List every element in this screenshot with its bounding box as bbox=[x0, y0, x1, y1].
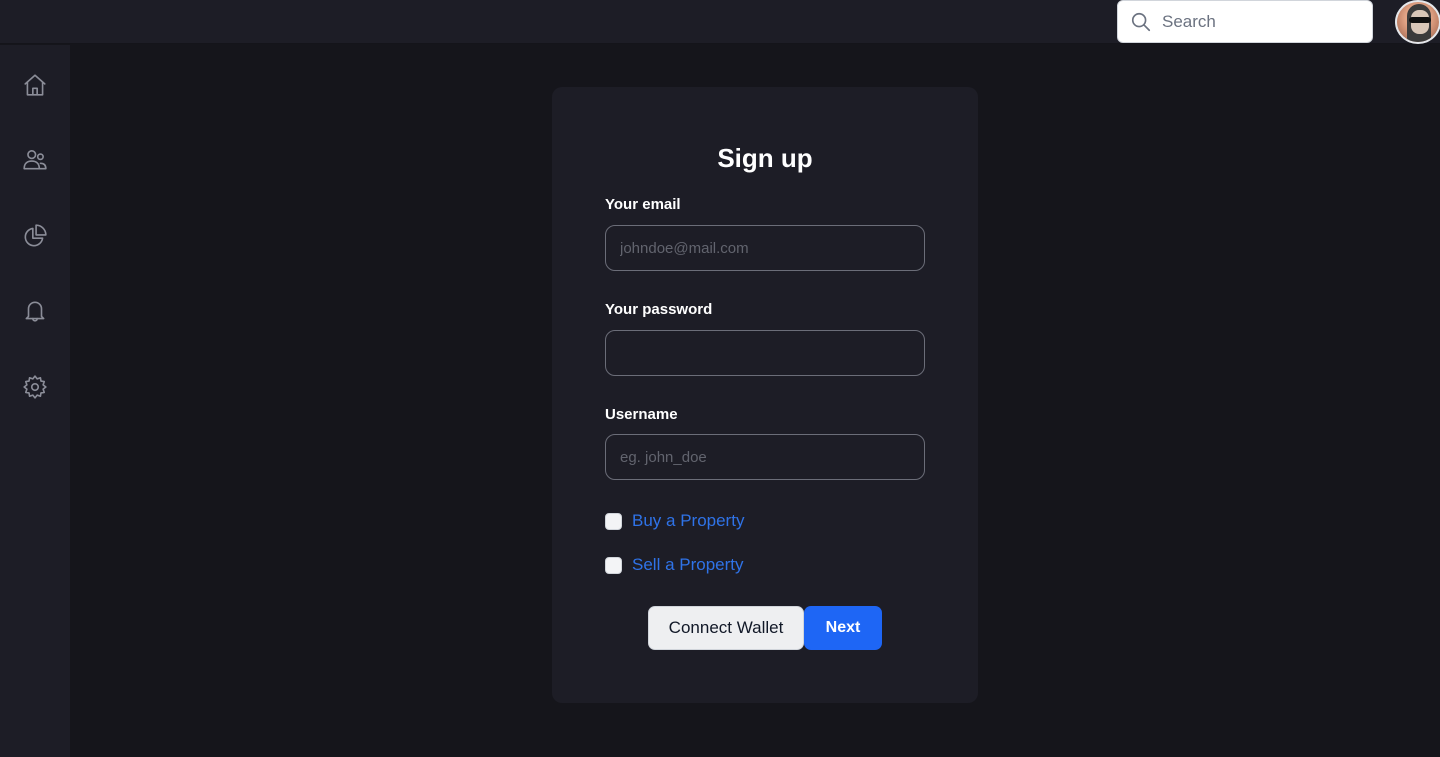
avatar[interactable] bbox=[1395, 0, 1440, 44]
search-icon bbox=[1131, 12, 1151, 31]
sidebar-item-settings[interactable] bbox=[22, 374, 48, 400]
username-field[interactable] bbox=[605, 434, 925, 480]
buy-property-option: Buy a Property bbox=[605, 511, 744, 531]
search-box[interactable] bbox=[1117, 0, 1373, 43]
page-title: Sign up bbox=[717, 143, 813, 173]
bell-icon bbox=[25, 301, 45, 322]
users-icon bbox=[23, 149, 47, 170]
buy-property-checkbox[interactable] bbox=[605, 512, 622, 530]
sell-property-label[interactable]: Sell a Property bbox=[632, 555, 744, 575]
sidebar-item-users[interactable] bbox=[22, 147, 48, 173]
connect-wallet-button[interactable]: Connect Wallet bbox=[648, 606, 804, 650]
email-label: Your email bbox=[605, 196, 681, 213]
sell-property-option: Sell a Property bbox=[605, 555, 744, 575]
gear-icon bbox=[23, 375, 47, 399]
top-bar bbox=[0, 0, 1440, 44]
email-field[interactable] bbox=[605, 225, 925, 271]
sell-property-checkbox[interactable] bbox=[605, 556, 622, 574]
home-icon bbox=[24, 74, 46, 96]
sidebar-item-notifications[interactable] bbox=[22, 298, 48, 324]
buy-property-label[interactable]: Buy a Property bbox=[632, 511, 744, 531]
next-button[interactable]: Next bbox=[804, 606, 882, 650]
password-field[interactable] bbox=[605, 330, 925, 376]
username-label: Username bbox=[605, 406, 678, 423]
search-input[interactable] bbox=[1162, 11, 1362, 32]
sidebar-item-analytics[interactable] bbox=[22, 223, 48, 249]
password-label: Your password bbox=[605, 301, 713, 318]
sidebar bbox=[0, 45, 70, 757]
pie-chart-icon bbox=[24, 224, 47, 247]
sidebar-item-home[interactable] bbox=[22, 72, 48, 98]
signup-card: Sign up Your email Your password Usernam… bbox=[552, 87, 978, 703]
